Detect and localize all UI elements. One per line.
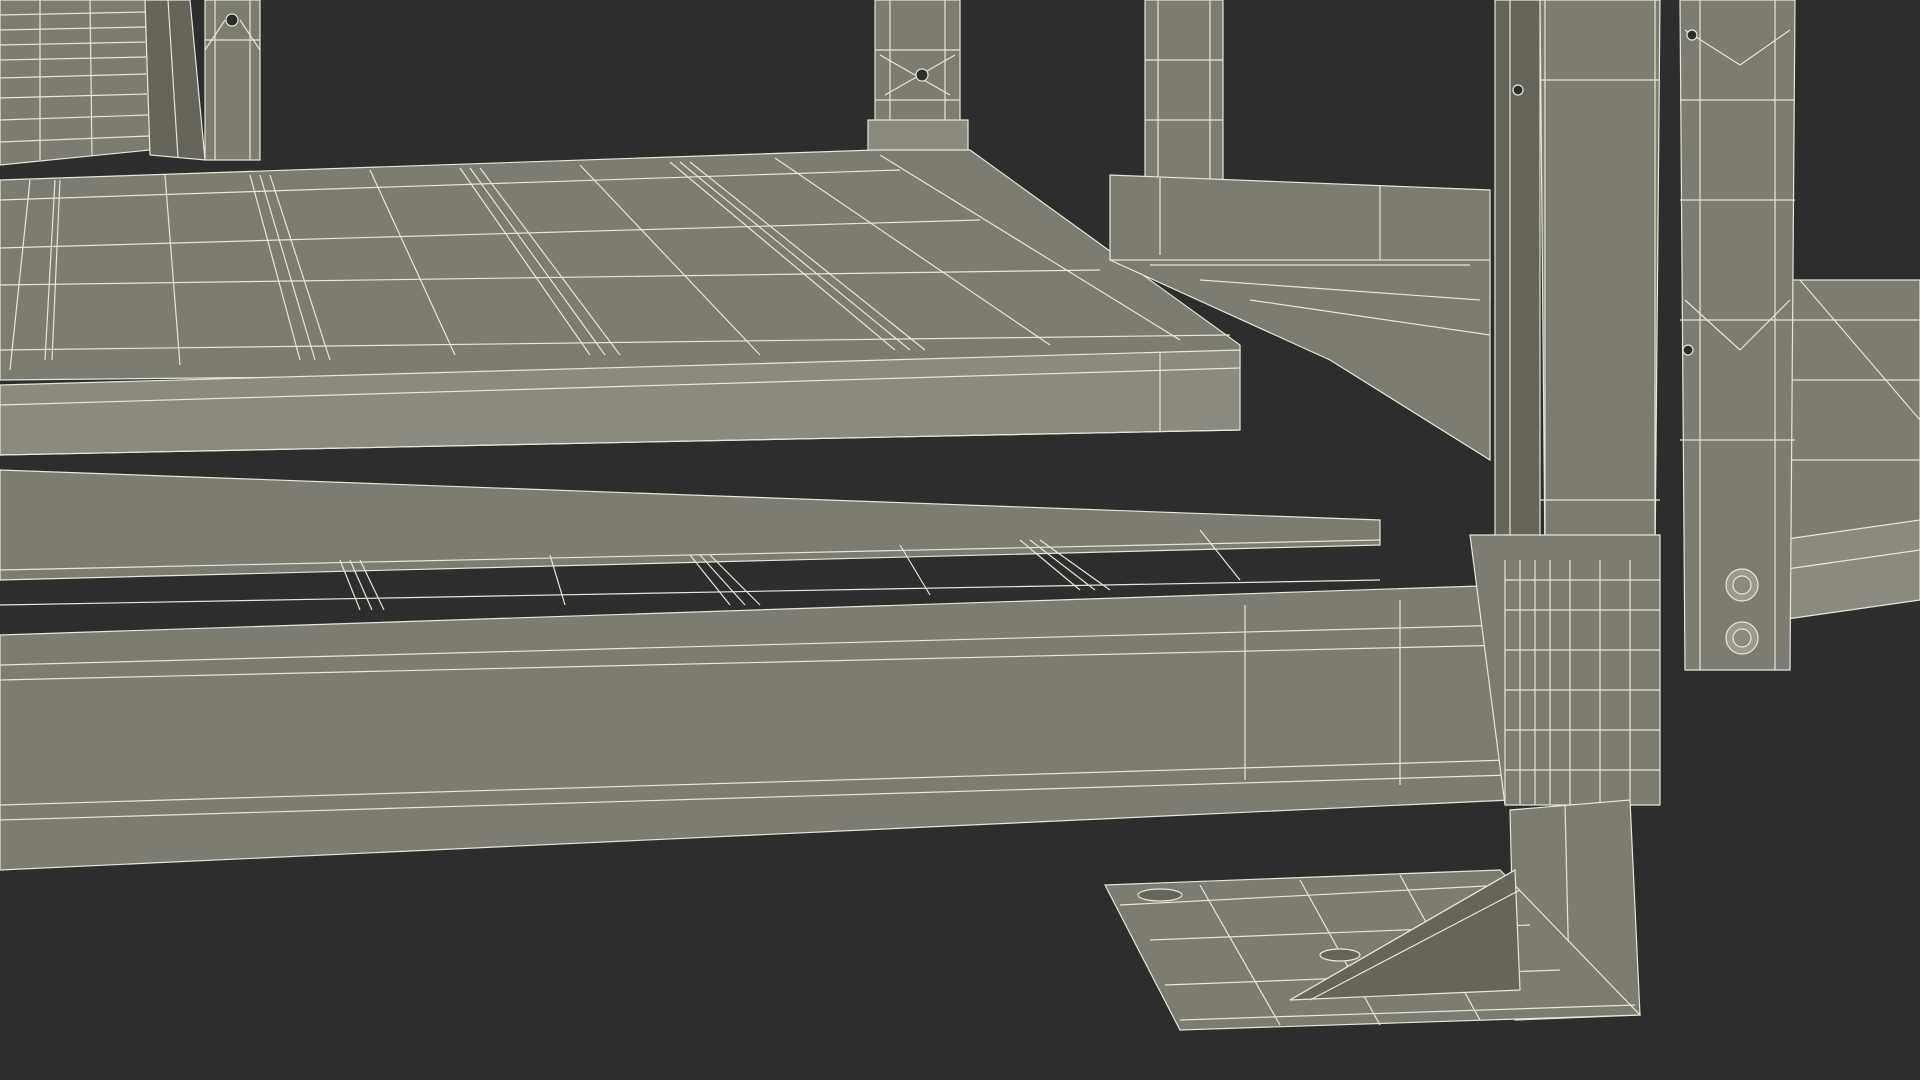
render-canvas bbox=[0, 0, 1920, 1031]
post-back-right bbox=[1144, 0, 1224, 181]
lower-deck bbox=[0, 469, 1381, 611]
bolt-hole bbox=[915, 68, 929, 82]
stair-section bbox=[0, 0, 206, 166]
lower-main-beam bbox=[0, 584, 1511, 871]
wireframe-render-scene bbox=[0, 0, 1920, 1080]
bolt-hole bbox=[225, 13, 239, 27]
bolt-hole bbox=[1682, 344, 1694, 356]
bolt-hole bbox=[1686, 29, 1698, 41]
post-front bbox=[1494, 0, 1661, 566]
upper-deck bbox=[0, 149, 1241, 381]
